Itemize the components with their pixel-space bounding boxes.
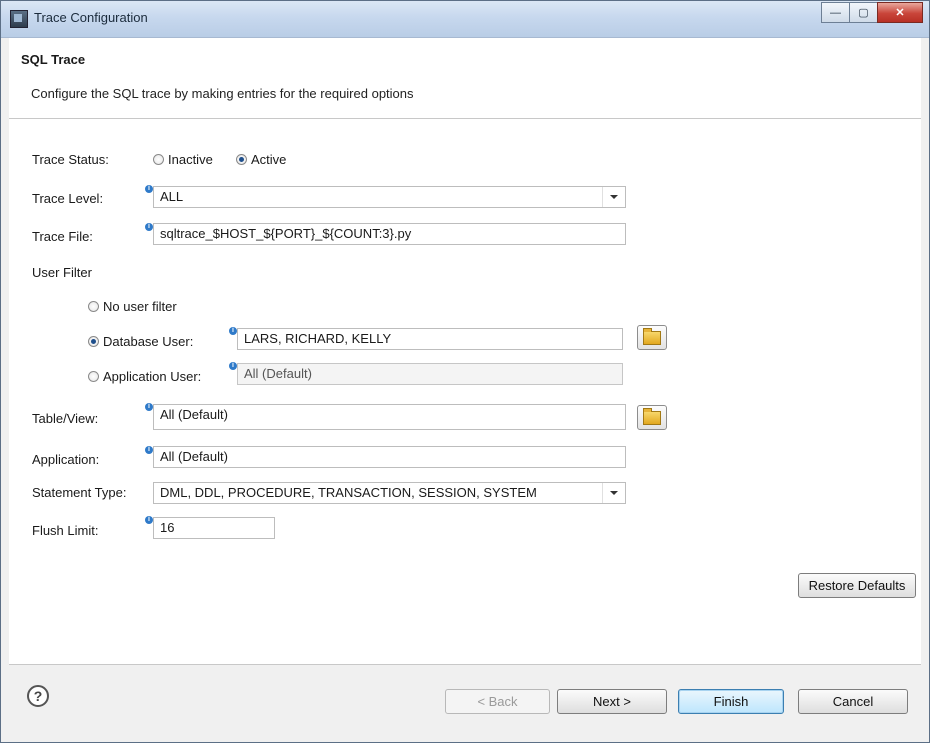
info-icon: i — [229, 327, 237, 335]
window-title: Trace Configuration — [34, 10, 148, 25]
maximize-button[interactable]: ▢ — [849, 2, 878, 23]
radio-inactive[interactable]: Inactive — [153, 152, 213, 167]
radio-application-user-label: Application User: — [103, 369, 202, 384]
radio-database-user-dot[interactable] — [88, 336, 99, 347]
info-icon: i — [145, 403, 153, 411]
folder-icon — [643, 407, 661, 425]
application-label: Application: — [32, 452, 100, 467]
table-view-input[interactable]: All (Default) — [153, 404, 626, 430]
trace-file-input[interactable]: sqltrace_$HOST_${PORT}_${COUNT:3}.py — [153, 223, 626, 245]
statement-type-value: DML, DDL, PROCEDURE, TRANSACTION, SESSIO… — [160, 485, 537, 500]
radio-no-user-filter[interactable]: No user filter — [88, 299, 177, 314]
next-button[interactable]: Next > — [557, 689, 667, 714]
database-user-input[interactable]: LARS, RICHARD, KELLY — [237, 328, 623, 350]
trace-file-label: Trace File: — [32, 229, 93, 244]
radio-application-user-dot[interactable] — [88, 371, 99, 382]
info-icon: i — [229, 362, 237, 370]
application-input[interactable]: All (Default) — [153, 446, 626, 468]
trace-level-label: Trace Level: — [32, 191, 104, 206]
wizard-header: SQL Trace Configure the SQL trace by mak… — [9, 38, 921, 119]
browse-tables-button[interactable] — [637, 405, 667, 430]
chevron-down-icon[interactable] — [602, 483, 625, 503]
cancel-button[interactable]: Cancel — [798, 689, 908, 714]
finish-button[interactable]: Finish — [678, 689, 784, 714]
app-icon — [10, 10, 28, 28]
folder-icon — [643, 327, 661, 345]
user-filter-label: User Filter — [32, 265, 92, 280]
application-user-input[interactable]: All (Default) — [237, 363, 623, 385]
restore-defaults-button[interactable]: Restore Defaults — [798, 573, 916, 598]
table-view-label: Table/View: — [32, 411, 99, 426]
help-icon[interactable]: ? — [27, 685, 49, 707]
info-icon: i — [145, 446, 153, 454]
flush-limit-input[interactable]: 16 — [153, 517, 275, 539]
page-description: Configure the SQL trace by making entrie… — [31, 86, 414, 101]
radio-active-dot[interactable] — [236, 154, 247, 165]
info-icon: i — [145, 516, 153, 524]
radio-application-user[interactable]: Application User: — [88, 369, 201, 384]
info-icon: i — [145, 185, 153, 193]
radio-database-user[interactable]: Database User: — [88, 334, 193, 349]
window-controls: — ▢ ✕ — [821, 2, 923, 23]
trace-level-value: ALL — [160, 189, 184, 204]
minimize-button[interactable]: — — [821, 2, 850, 23]
radio-no-user-filter-dot[interactable] — [88, 301, 99, 312]
browse-users-button[interactable] — [637, 325, 667, 350]
wizard-footer: ? < Back Next > Finish Cancel — [1, 665, 929, 742]
trace-level-select[interactable]: ALL — [153, 186, 626, 208]
statement-type-label: Statement Type: — [32, 485, 127, 500]
form-area: Trace Status: Inactive Active Trace Leve… — [9, 119, 921, 665]
radio-active-label: Active — [251, 152, 287, 167]
close-button[interactable]: ✕ — [877, 2, 923, 23]
chevron-down-icon[interactable] — [602, 187, 625, 207]
flush-limit-label: Flush Limit: — [32, 523, 99, 538]
radio-database-user-label: Database User: — [103, 334, 194, 349]
title-bar[interactable]: Trace Configuration — ▢ ✕ — [1, 1, 929, 38]
radio-no-user-filter-label: No user filter — [103, 299, 177, 314]
radio-inactive-dot[interactable] — [153, 154, 164, 165]
page-title: SQL Trace — [21, 52, 86, 67]
radio-active[interactable]: Active — [236, 152, 286, 167]
statement-type-select[interactable]: DML, DDL, PROCEDURE, TRANSACTION, SESSIO… — [153, 482, 626, 504]
info-icon: i — [145, 223, 153, 231]
back-button[interactable]: < Back — [445, 689, 550, 714]
radio-inactive-label: Inactive — [168, 152, 213, 167]
trace-status-label: Trace Status: — [32, 152, 109, 167]
dialog-window: Trace Configuration — ▢ ✕ SQL Trace Conf… — [0, 0, 930, 743]
